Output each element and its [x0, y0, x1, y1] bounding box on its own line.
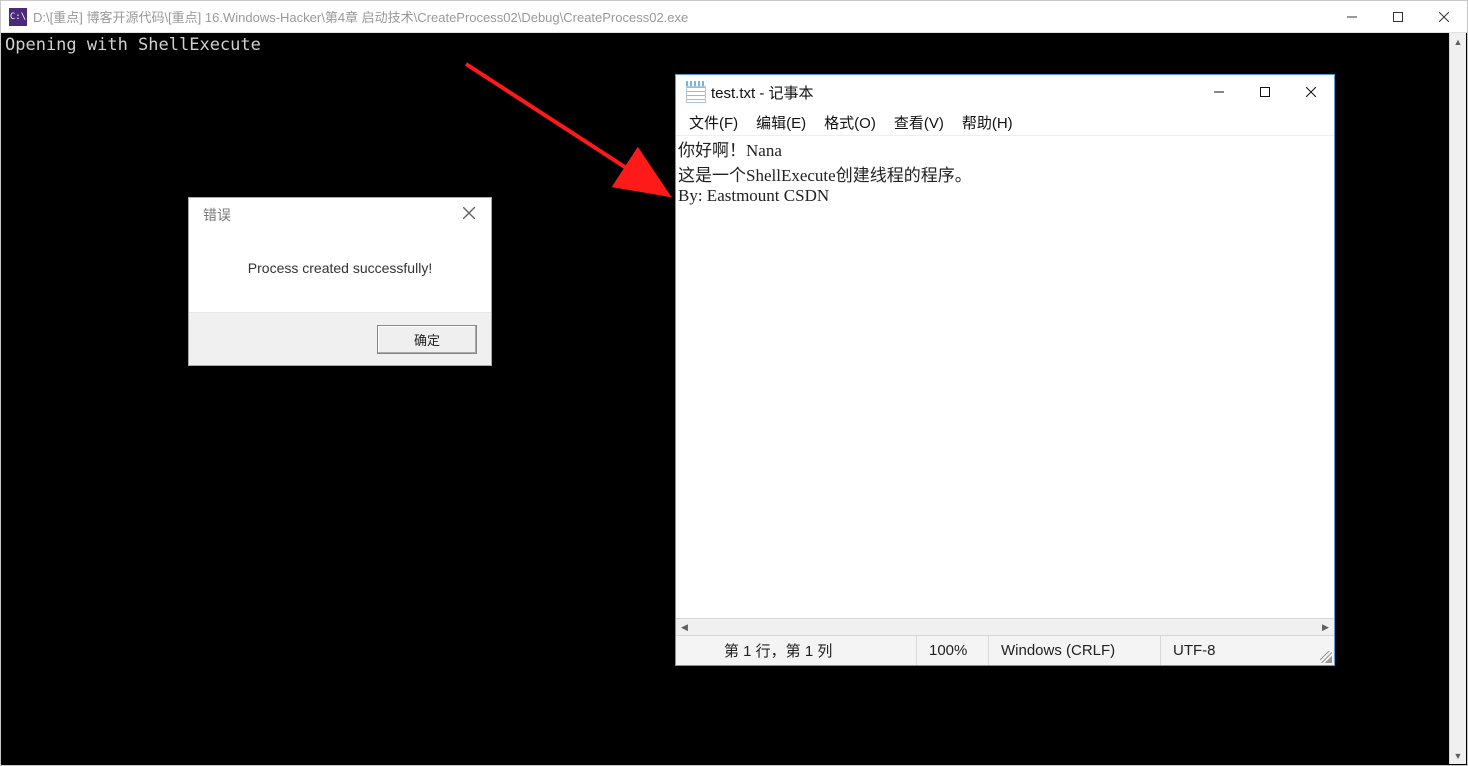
dialog-titlebar[interactable]: 错误: [189, 198, 491, 232]
minimize-button[interactable]: [1196, 75, 1242, 109]
console-window-controls: [1329, 1, 1467, 32]
notepad-text-area[interactable]: 你好啊！Nana 这是一个ShellExecute创建线程的程序。 By: Ea…: [676, 136, 1334, 618]
notepad-titlebar[interactable]: test.txt - 记事本: [676, 75, 1334, 109]
console-line: Opening with ShellExecute: [5, 35, 1463, 55]
notepad-statusbar: 第 1 行，第 1 列 100% Windows (CRLF) UTF-8: [676, 635, 1334, 665]
status-zoom: 100%: [916, 636, 988, 665]
menu-view[interactable]: 查看(V): [885, 110, 953, 135]
scroll-track[interactable]: [1450, 50, 1466, 747]
scroll-up-icon[interactable]: ▲: [1450, 33, 1466, 50]
console-titlebar[interactable]: C:\ D:\[重点] 博客开源代码\[重点] 16.Windows-Hacke…: [1, 1, 1467, 33]
maximize-button[interactable]: [1242, 75, 1288, 109]
console-vertical-scrollbar[interactable]: ▲ ▼: [1449, 33, 1466, 764]
dialog-title-text: 错误: [203, 205, 457, 225]
maximize-button[interactable]: [1375, 1, 1421, 32]
status-line-ending: Windows (CRLF): [988, 636, 1160, 665]
minimize-button[interactable]: [1329, 1, 1375, 32]
scroll-track[interactable]: [693, 619, 1317, 635]
scroll-right-icon[interactable]: ▶: [1317, 619, 1334, 635]
notepad-horizontal-scrollbar[interactable]: ◀ ▶: [676, 618, 1334, 635]
close-button[interactable]: [1288, 75, 1334, 109]
text-line: 你好啊！Nana: [678, 141, 782, 160]
dialog-close-button[interactable]: [457, 204, 481, 226]
notepad-menubar: 文件(F) 编辑(E) 格式(O) 查看(V) 帮助(H): [676, 109, 1334, 136]
menu-file[interactable]: 文件(F): [680, 110, 747, 135]
menu-format[interactable]: 格式(O): [815, 110, 885, 135]
status-encoding: UTF-8: [1160, 636, 1334, 665]
console-title-text: D:\[重点] 博客开源代码\[重点] 16.Windows-Hacker\第4…: [33, 7, 1329, 26]
ok-button[interactable]: 确定: [377, 325, 477, 354]
notepad-window-controls: [1196, 75, 1334, 109]
resize-grip-icon[interactable]: [1320, 651, 1332, 663]
menu-help[interactable]: 帮助(H): [953, 110, 1022, 135]
notepad-app-icon: [686, 81, 704, 103]
menu-edit[interactable]: 编辑(E): [747, 110, 815, 135]
status-spacer: [676, 636, 706, 665]
text-line: By: Eastmount CSDN: [678, 186, 829, 205]
dialog-message: Process created successfully!: [189, 232, 491, 313]
status-position: 第 1 行，第 1 列: [706, 636, 916, 665]
console-app-icon: C:\: [9, 8, 27, 26]
error-dialog: 错误 Process created successfully! 确定: [188, 197, 492, 366]
text-line: 这是一个ShellExecute创建线程的程序。: [678, 166, 972, 185]
scroll-down-icon[interactable]: ▼: [1450, 747, 1466, 764]
scroll-left-icon[interactable]: ◀: [676, 619, 693, 635]
notepad-title-text: test.txt - 记事本: [711, 82, 1196, 103]
notepad-window: test.txt - 记事本 文件(F) 编辑(E) 格式(O) 查看(V) 帮…: [675, 74, 1335, 666]
close-button[interactable]: [1421, 1, 1467, 32]
dialog-footer: 确定: [189, 313, 491, 365]
